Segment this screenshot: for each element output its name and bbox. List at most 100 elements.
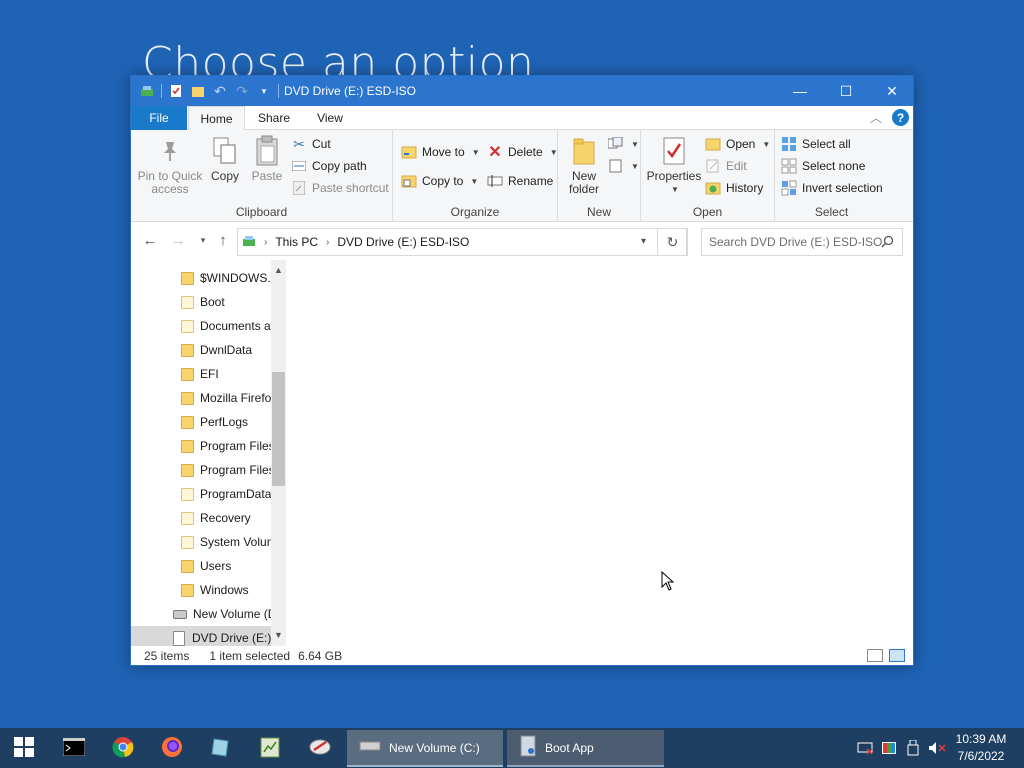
tree-item[interactable]: EFI	[131, 362, 271, 386]
tree-item[interactable]: Windows	[131, 578, 271, 602]
properties-button[interactable]: Properties ▼	[645, 134, 703, 196]
tree-item[interactable]: Users	[131, 554, 271, 578]
volume-muted-icon[interactable]	[926, 728, 948, 768]
new-item-button[interactable]: ▼	[608, 134, 639, 154]
redo-icon[interactable]: ↷	[234, 83, 250, 99]
delete-button[interactable]: ✕ Delete ▼	[487, 142, 558, 162]
start-button[interactable]	[0, 728, 48, 768]
refresh-button[interactable]: ↻	[657, 228, 688, 256]
chevron-down-icon: ▼	[631, 161, 639, 171]
copy-button[interactable]: Copy	[205, 134, 245, 183]
tree-item-label: New Volume (D	[193, 607, 271, 621]
search-input[interactable]: Search DVD Drive (E:) ESD-ISO	[701, 228, 903, 256]
utility-taskbar-button[interactable]	[296, 728, 344, 768]
taskbar-clock[interactable]: 10:39 AM 7/6/2022	[946, 731, 1016, 765]
firefox-taskbar-button[interactable]	[148, 728, 196, 768]
tree-item[interactable]: Recovery	[131, 506, 271, 530]
tab-view[interactable]: View	[305, 106, 355, 130]
file-list-pane[interactable]	[286, 260, 913, 646]
display-tray-icon[interactable]	[878, 728, 900, 768]
tree-item[interactable]: Boot	[131, 290, 271, 314]
terminal-icon	[62, 737, 86, 759]
breadcrumb-this-pc[interactable]: This PC	[275, 235, 318, 249]
folder-icon	[181, 439, 194, 453]
scroll-down-icon[interactable]: ▼	[271, 630, 286, 640]
customize-qat-icon[interactable]: ▾	[256, 83, 272, 99]
tree-item[interactable]: Program Files	[131, 458, 271, 482]
open-group: Properties ▼ Open ▼ Edit History Open	[641, 130, 775, 222]
chrome-icon	[112, 736, 134, 761]
dvd-drive-icon	[173, 630, 185, 646]
paste-button[interactable]: Paste	[247, 134, 287, 183]
search-icon	[881, 235, 894, 251]
tab-file[interactable]: File	[131, 106, 187, 130]
move-to-button[interactable]: Move to ▼	[401, 142, 480, 162]
disc-image-icon	[210, 736, 232, 761]
select-all-button[interactable]: Select all	[781, 134, 851, 154]
large-icons-view-icon[interactable]	[889, 649, 905, 662]
scroll-up-icon[interactable]: ▲	[271, 265, 286, 275]
rename-button[interactable]: Rename	[487, 171, 553, 191]
tree-item[interactable]: DwnlData	[131, 338, 271, 362]
tree-item[interactable]: Program Files	[131, 434, 271, 458]
back-button[interactable]: ←	[141, 231, 159, 249]
history-button[interactable]: History	[705, 178, 763, 198]
pin-to-quick-access-button[interactable]: Pin to Quick access	[137, 134, 203, 196]
chevron-right-icon[interactable]: ›	[326, 237, 329, 248]
collapse-ribbon-icon[interactable]: ︿	[870, 109, 882, 126]
copy-path-button[interactable]: Copy path	[291, 156, 367, 176]
details-view-icon[interactable]	[867, 649, 883, 662]
new-folder-button[interactable]: New folder	[562, 134, 606, 196]
notepad-icon	[260, 736, 280, 761]
tree-item[interactable]: $WINDOWS.~	[131, 266, 271, 290]
cut-button[interactable]: ✂ Cut	[291, 134, 331, 154]
chrome-taskbar-button[interactable]	[99, 728, 147, 768]
address-bar[interactable]: › This PC › DVD Drive (E:) ESD-ISO ▾	[237, 228, 687, 256]
arrow-left-icon: ←	[142, 231, 158, 249]
tree-item[interactable]: Documents a	[131, 314, 271, 338]
usb-tray-icon[interactable]	[902, 728, 924, 768]
breadcrumb-dvd-drive[interactable]: DVD Drive (E:) ESD-ISO	[337, 235, 469, 249]
scrollbar-thumb[interactable]	[272, 372, 285, 486]
tree-item[interactable]: System Volun	[131, 530, 271, 554]
easy-access-button[interactable]: ▼	[608, 156, 639, 176]
tab-share[interactable]: Share	[249, 106, 299, 130]
tree-item[interactable]: Mozilla Firefo	[131, 386, 271, 410]
close-icon: ✕	[886, 82, 898, 99]
tree-item[interactable]: New Volume (D	[131, 602, 271, 626]
app-taskbar-button[interactable]	[197, 728, 245, 768]
taskbar-window-new-volume[interactable]: New Volume (C:)	[347, 730, 503, 767]
tree-item[interactable]: PerfLogs	[131, 410, 271, 434]
tree-item[interactable]: DVD Drive (E:) I	[131, 626, 271, 646]
select-none-button[interactable]: Select none	[781, 156, 865, 176]
maximize-button[interactable]: ☐	[823, 76, 869, 106]
tree-item[interactable]: ProgramData	[131, 482, 271, 506]
network-tray-icon[interactable]	[854, 728, 876, 768]
properties-icon[interactable]	[168, 83, 184, 99]
select-none-label: Select none	[802, 159, 866, 173]
recent-locations-button[interactable]: ▾	[194, 231, 212, 249]
close-button[interactable]: ✕	[869, 76, 913, 106]
command-prompt-taskbar-button[interactable]	[50, 728, 98, 768]
file-explorer-window: ↶ ↷ ▾ DVD Drive (E:) ESD-ISO — ☐ ✕ File …	[130, 75, 914, 666]
tab-home[interactable]: Home	[188, 106, 245, 131]
open-button[interactable]: Open ▼	[705, 134, 770, 154]
forward-button[interactable]: →	[169, 231, 187, 249]
paste-shortcut-button[interactable]: Paste shortcut	[291, 178, 389, 198]
pin-label-line2: access	[151, 182, 189, 196]
chevron-right-icon[interactable]: ›	[264, 237, 267, 248]
invert-selection-button[interactable]: Invert selection	[781, 178, 883, 198]
help-icon[interactable]: ?	[892, 109, 909, 126]
minimize-button[interactable]: —	[777, 76, 823, 106]
copy-to-button[interactable]: Copy to ▼	[401, 171, 478, 191]
notepad-taskbar-button[interactable]	[246, 728, 294, 768]
undo-icon[interactable]: ↶	[212, 83, 228, 99]
chevron-down-icon: ▼	[549, 147, 558, 157]
nav-scrollbar[interactable]: ▲ ▼	[271, 260, 286, 646]
selection-size: 6.64 GB	[298, 649, 343, 663]
chevron-down-icon[interactable]: ▾	[641, 236, 646, 247]
edit-button[interactable]: Edit	[705, 156, 747, 176]
up-button[interactable]: ↑	[214, 231, 232, 249]
taskbar-window-boot-app[interactable]: Boot App	[507, 730, 664, 767]
new-folder-icon[interactable]	[190, 83, 206, 99]
